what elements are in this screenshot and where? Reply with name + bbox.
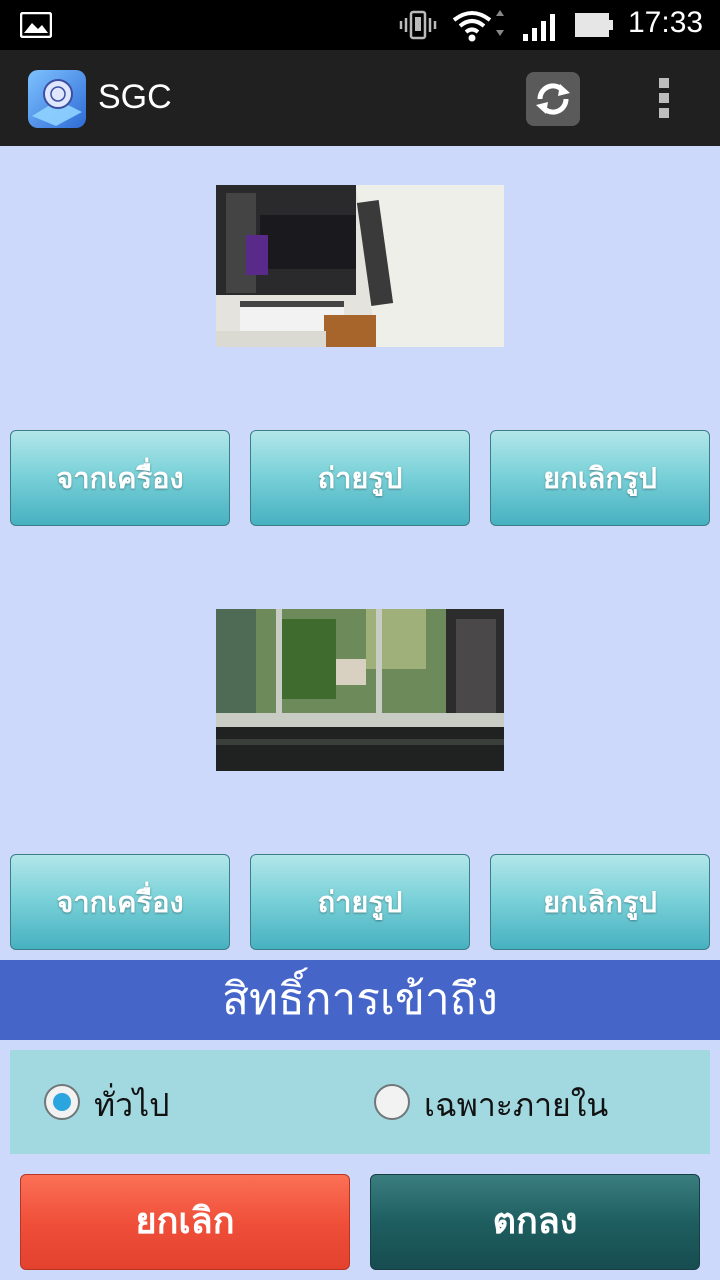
radio-general-label[interactable]: ทั่วไป <box>94 1080 169 1131</box>
wifi-icon <box>452 10 504 42</box>
ok-button[interactable]: ตกลง <box>370 1174 700 1270</box>
take-photo-button-2[interactable]: ถ่ายรูป <box>250 854 470 950</box>
gallery-icon <box>20 12 52 38</box>
app-title: SGC <box>98 78 172 116</box>
take-photo-button-1[interactable]: ถ่ายรูป <box>250 430 470 526</box>
from-device-button-1[interactable]: จากเครื่อง <box>10 430 230 526</box>
access-section-title: สิทธิ์การเข้าถึง <box>0 960 720 1040</box>
cancel-photo-button-2[interactable]: ยกเลิกรูป <box>490 854 710 950</box>
sync-button[interactable] <box>526 72 580 126</box>
photo-preview-2 <box>216 609 504 771</box>
signal-icon <box>523 14 555 41</box>
clock: 17:33 <box>628 6 704 39</box>
cancel-button[interactable]: ยกเลิก <box>20 1174 350 1270</box>
app-logo-icon <box>28 70 86 128</box>
access-radio-group: ทั่วไป เฉพาะภายใน <box>10 1050 710 1154</box>
vibrate-icon <box>399 10 437 40</box>
cancel-photo-button-1[interactable]: ยกเลิกรูป <box>490 430 710 526</box>
from-device-button-2[interactable]: จากเครื่อง <box>10 854 230 950</box>
battery-icon <box>575 13 613 37</box>
action-bar: SGC <box>0 50 720 146</box>
overflow-menu-icon[interactable] <box>650 74 678 124</box>
photo-preview-1 <box>216 185 504 347</box>
sync-icon <box>536 83 570 115</box>
radio-internal-only-label[interactable]: เฉพาะภายใน <box>424 1080 608 1131</box>
radio-general[interactable] <box>44 1084 80 1120</box>
status-bar: 17:33 <box>0 0 720 50</box>
radio-internal-only[interactable] <box>374 1084 410 1120</box>
